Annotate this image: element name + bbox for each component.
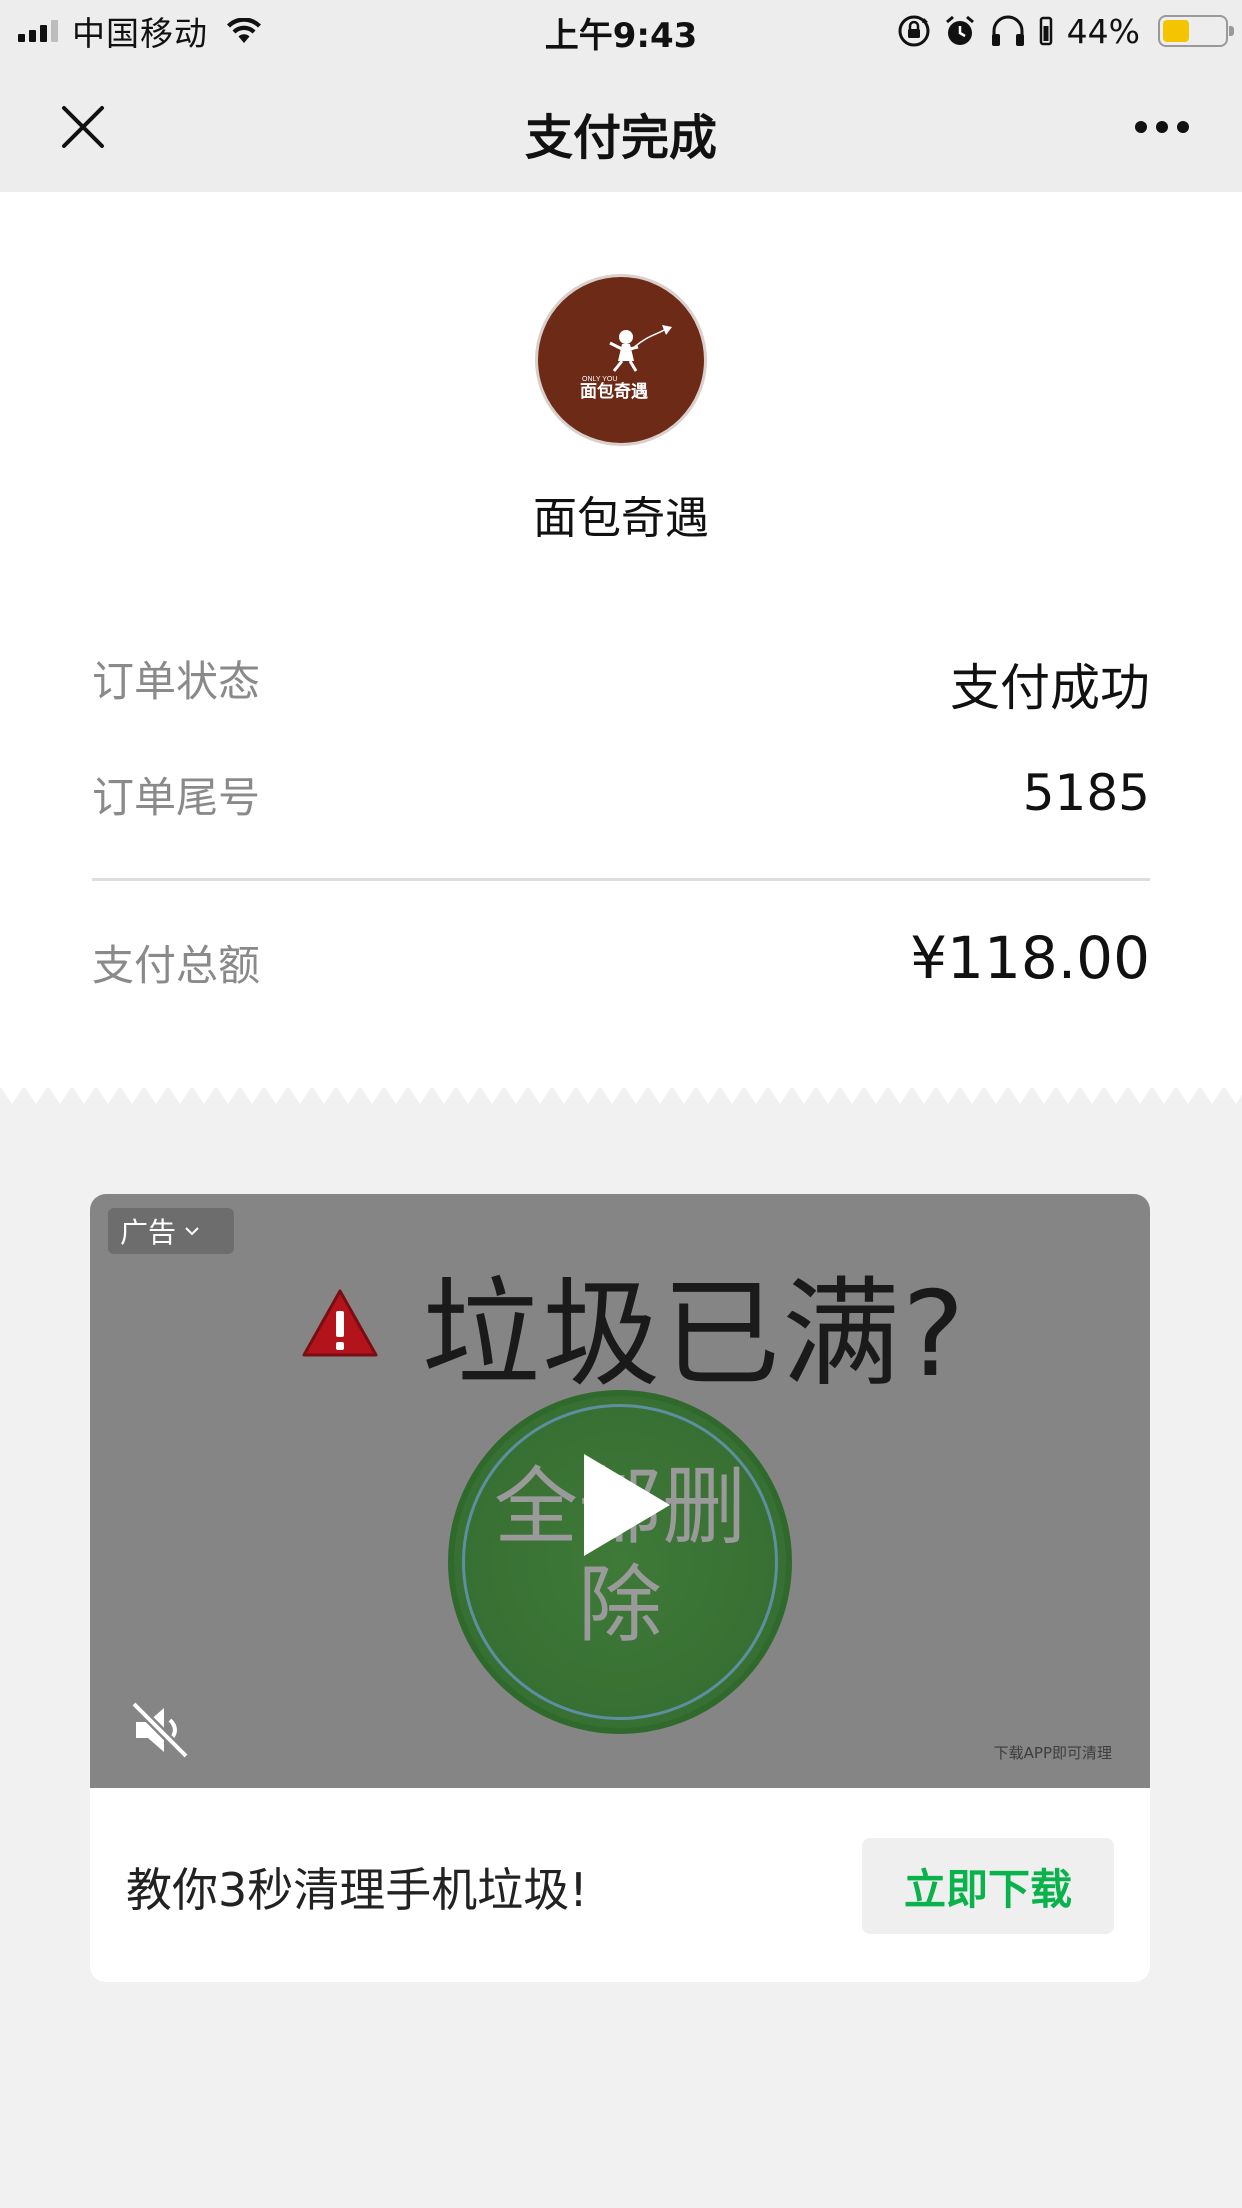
ad-badge-label: 广告: [120, 1216, 177, 1249]
earbud-battery-icon: [1039, 16, 1052, 46]
ad-badge[interactable]: 广告: [108, 1208, 234, 1254]
total-label: 支付总额: [92, 941, 261, 990]
download-button[interactable]: 立即下载: [862, 1838, 1114, 1934]
svg-text:面包奇遇: 面包奇遇: [580, 381, 648, 402]
order-status-label: 订单状态: [92, 657, 261, 706]
rotation-lock-icon: [898, 15, 930, 47]
warning-icon: [302, 1289, 378, 1357]
battery-percent: 44%: [1066, 11, 1140, 51]
ad-description: 教你3秒清理手机垃圾!: [126, 1863, 588, 1917]
page-title: 支付完成: [524, 110, 717, 166]
divider: [92, 878, 1150, 881]
merchant-name: 面包奇遇: [533, 493, 709, 544]
status-right: 44%: [897, 10, 1234, 52]
payment-complete-page: 中国移动 上午9:43 44% 支付完成 ONLY YOU 面包奇遇 面包奇遇 …: [0, 0, 1242, 2208]
ad-watermark: 下载APP即可清理: [993, 1744, 1112, 1762]
total-amount: ¥118.00: [910, 924, 1150, 992]
chevron-down-icon: [185, 1227, 199, 1236]
nav-bar: 支付完成: [0, 62, 1242, 192]
ad-headline-row: 垃圾已满?: [300, 1258, 967, 1403]
headphones-icon: [991, 15, 1024, 46]
battery-icon: [1158, 15, 1234, 47]
muted-icon[interactable]: [128, 1698, 192, 1762]
ad-headline: 垃圾已满?: [422, 1264, 967, 1403]
order-tail-value: 5185: [1022, 764, 1150, 822]
order-tail-label: 订单尾号: [92, 773, 261, 822]
alarm-icon: [945, 15, 974, 45]
status-bar: 中国移动 上午9:43 44%: [0, 0, 1242, 62]
battery-fill: [1163, 20, 1189, 42]
receipt-zigzag-edge: [0, 1086, 1242, 1104]
play-icon[interactable]: [578, 1450, 674, 1560]
ad-card[interactable]: 广告 垃圾已满? 全部删除 下载APP即可清理 教你3秒清理手机垃圾! 立即下载: [90, 1194, 1150, 1982]
order-status-value: 支付成功: [950, 659, 1150, 717]
merchant-logo[interactable]: ONLY YOU 面包奇遇: [535, 274, 707, 446]
receipt-card: ONLY YOU 面包奇遇 面包奇遇 订单状态 支付成功 订单尾号 5185 支…: [0, 192, 1242, 1088]
more-icon[interactable]: [1134, 117, 1190, 137]
ad-video[interactable]: 广告 垃圾已满? 全部删除 下载APP即可清理: [90, 1194, 1150, 1788]
delete-all-graphic: 全部删除: [448, 1390, 792, 1734]
